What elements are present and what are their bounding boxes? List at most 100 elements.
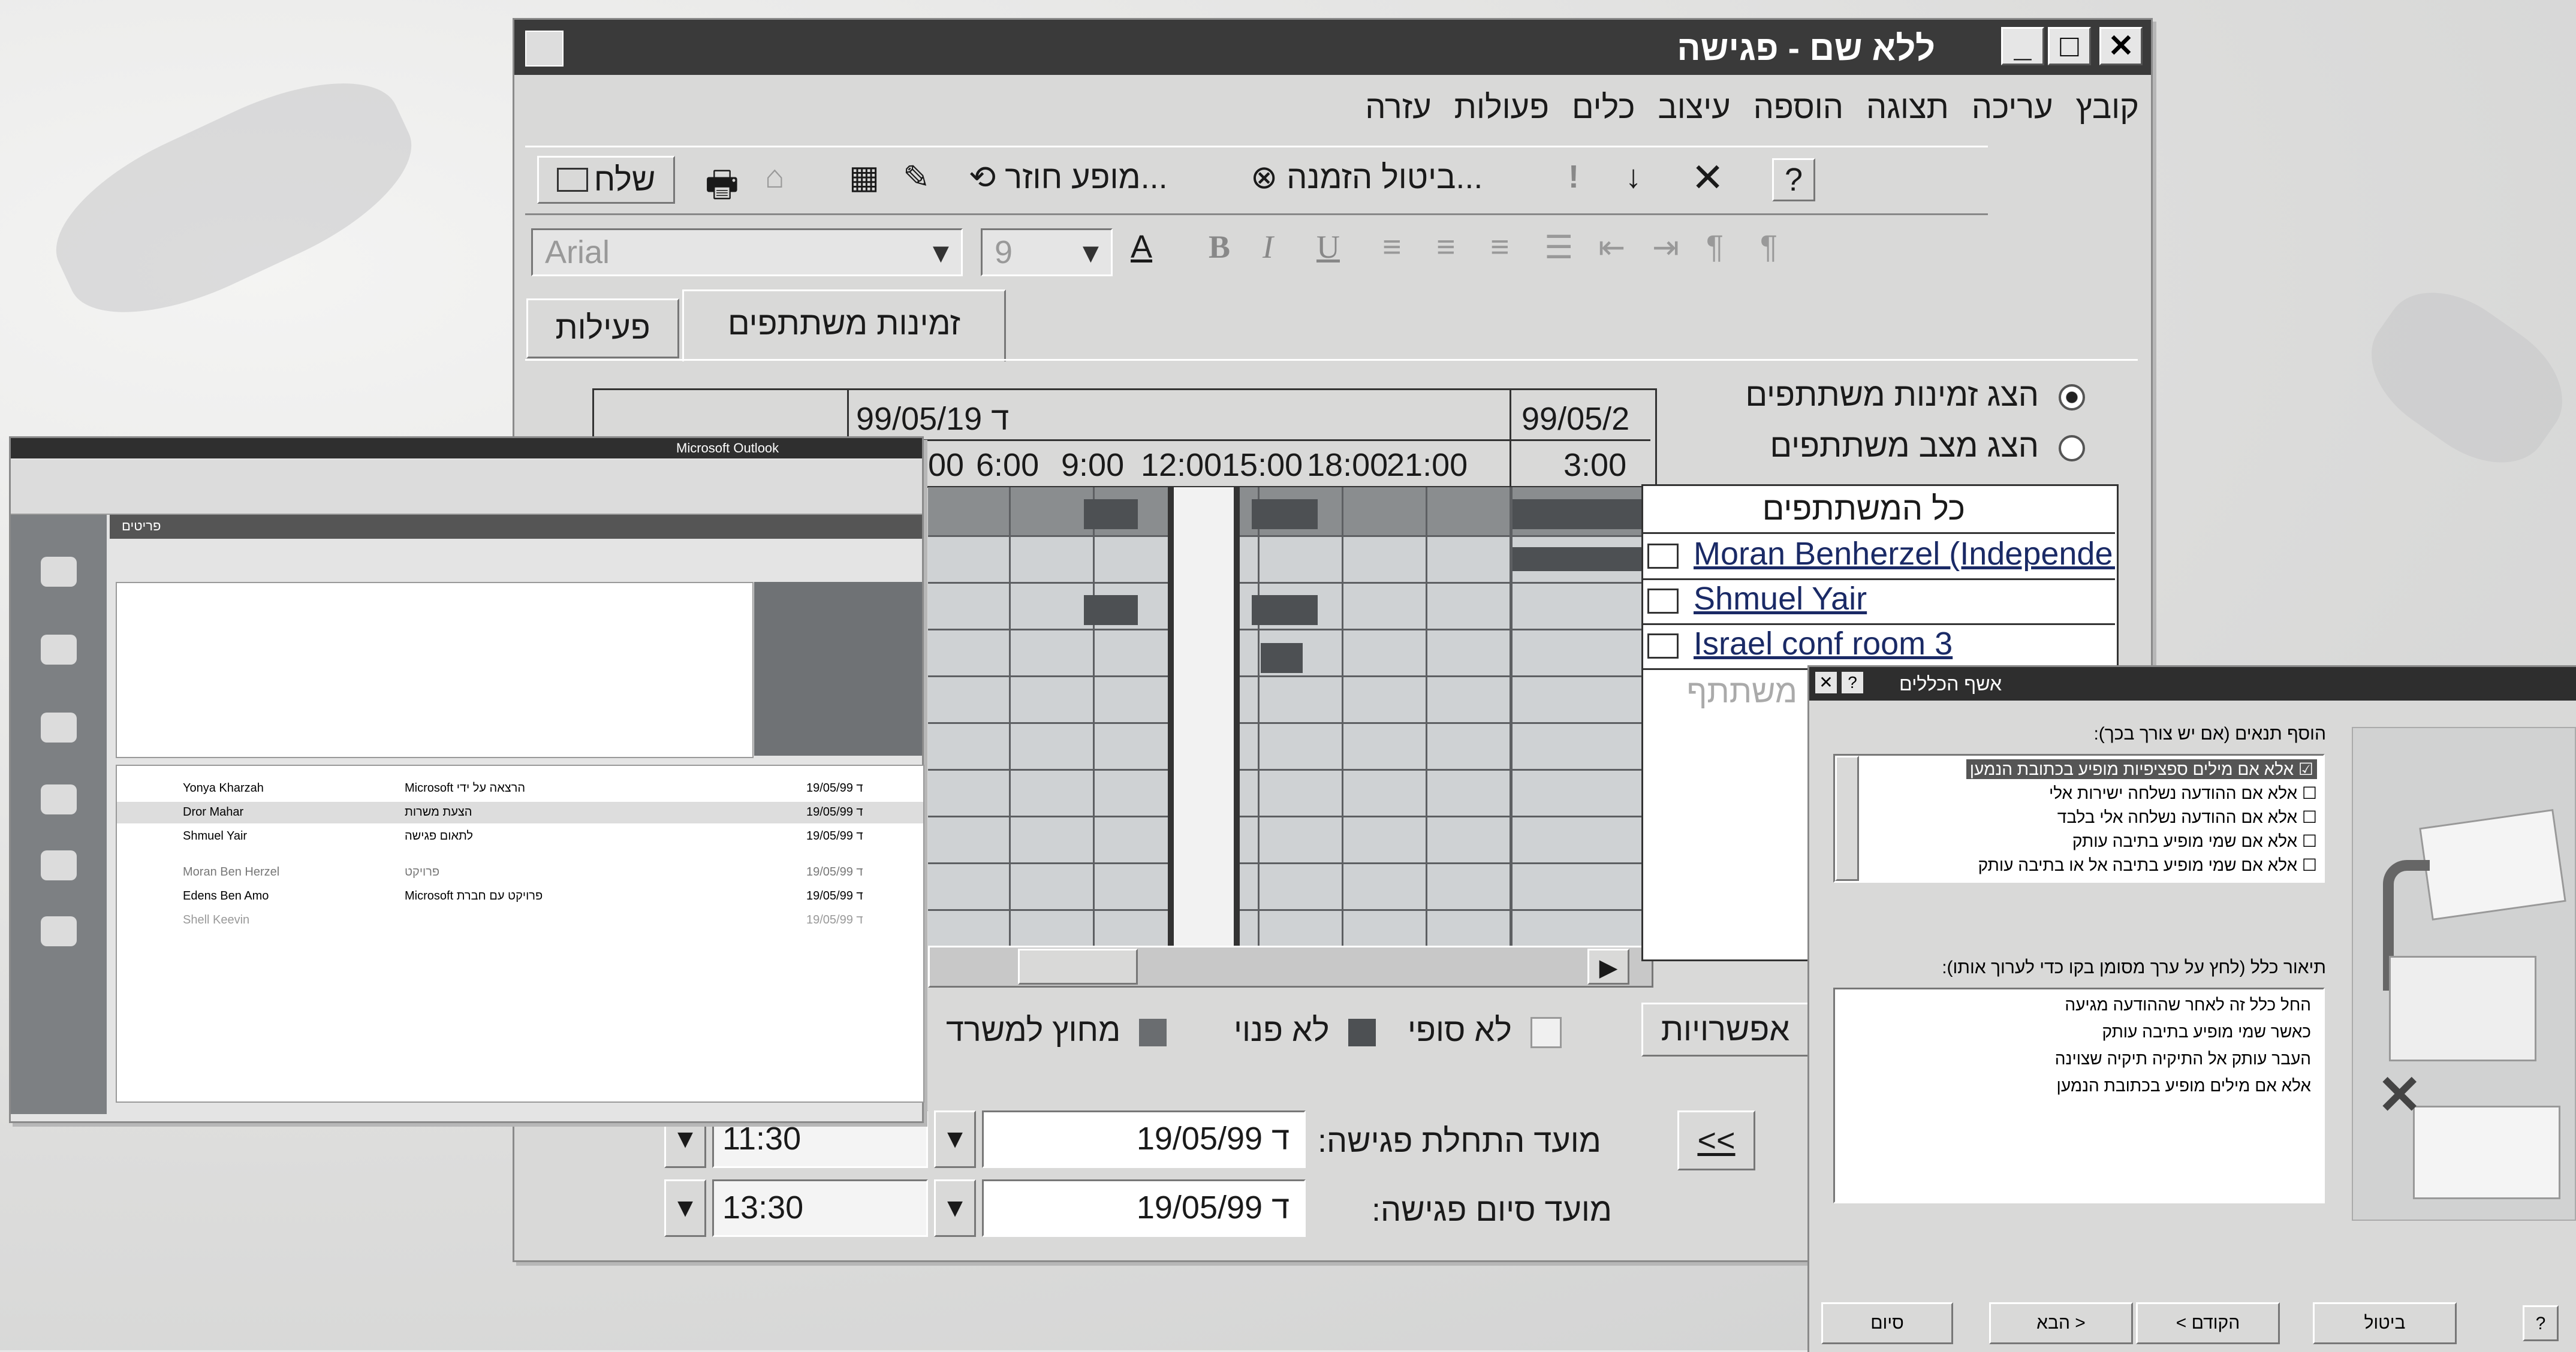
window-title: ללא שם - פגישה [1677, 29, 1935, 68]
message-row[interactable]: Shmuel Yair לתאום פגישה ד 19/05/99 [117, 826, 923, 847]
end-time-dropdown[interactable]: ▼ [664, 1179, 706, 1237]
tab-activities[interactable]: פעילות [526, 298, 679, 358]
menu-help[interactable]: עזרה [1365, 89, 1431, 137]
close-button[interactable]: ✕ [1815, 672, 1837, 693]
ltr-icon[interactable]: ¶ [1760, 228, 1777, 265]
message-date: ד 19/05/99 [806, 865, 863, 879]
condition-item[interactable]: ☐ אלא אם שמי מופיע בתיבה אל או בתיבה עות… [1978, 855, 2317, 875]
radio-show-status[interactable]: הצג מצב משתתפים [1770, 427, 2085, 464]
align-left-icon[interactable]: ≡ [1382, 228, 1402, 265]
menu-insert[interactable]: הוספה [1754, 89, 1843, 137]
list-scrollbar[interactable] [1835, 756, 1859, 881]
italic-button[interactable]: I [1263, 228, 1273, 265]
description-line[interactable]: העבר עותק אל התיקיה תיקיה שצוינה [2055, 1049, 2311, 1069]
outlook-preview-area [116, 582, 754, 758]
start-date-field[interactable]: 19/05/99 ד [982, 1110, 1306, 1168]
scheduler-date-left: 99/05/19 ד [856, 401, 1010, 437]
outlook-today-icon[interactable] [41, 557, 77, 587]
message-from: Moran Ben Herzel [183, 865, 280, 879]
app-icon [525, 31, 564, 67]
align-right-icon[interactable]: ≡ [1490, 228, 1510, 265]
font-size-select[interactable]: 9 ▾ [981, 228, 1113, 276]
menu-edit[interactable]: עריכה [1972, 89, 2053, 137]
description-line[interactable]: אלא אם מילים מופיע בכתובת הנמען [2057, 1076, 2311, 1096]
maximize-button[interactable]: □ [2048, 27, 2091, 65]
outlook-folder-title: פריטים [122, 518, 161, 533]
condition-item[interactable]: ☐ אלא אם ההודעה נשלחה ישירות אלי [2049, 783, 2317, 803]
message-from: Edens Ben Amo [183, 889, 269, 903]
importance-low-icon[interactable]: ↓ [1625, 158, 1641, 195]
scroll-right-arrow[interactable]: ▶ [1587, 949, 1629, 985]
start-date-dropdown[interactable]: ▼ [934, 1110, 976, 1168]
outlook-window: Microsoft Outlook פריטים Yonya Kharzah M… [9, 436, 924, 1123]
add-attendee-field[interactable]: משתתף [1677, 673, 1797, 716]
close-button[interactable]: ✕ [2099, 27, 2143, 65]
attachment-icon[interactable]: ⌂ [765, 158, 785, 195]
grid-line [928, 909, 1653, 911]
autopick-prev-button[interactable]: << [1677, 1110, 1755, 1170]
menu-view[interactable]: תצוגה [1866, 89, 1949, 137]
wizard-help-icon[interactable]: ? [2523, 1305, 2559, 1341]
back-button[interactable]: < הקודם [2136, 1302, 2280, 1344]
time-label: 9:00 [1061, 447, 1125, 483]
start-time-label: מועד התחלת פגישה: [1318, 1123, 1601, 1159]
importance-high-icon[interactable]: ! [1568, 158, 1579, 195]
notes-icon[interactable] [41, 916, 77, 946]
condition-item[interactable]: ☑ אלא אם מילים ספציפיות מופיע בכתובת הנמ… [1966, 759, 2317, 779]
attendee-row[interactable]: Israel conf room 3 [1641, 625, 2115, 670]
scrollbar-thumb[interactable] [1018, 949, 1138, 985]
menu-file[interactable]: קובץ [2076, 89, 2139, 137]
contacts-icon[interactable] [41, 784, 77, 814]
attendee-row[interactable]: Moran Benherzel (Independen [1641, 535, 2115, 580]
message-row[interactable]: Dror Mahar הצעת משרות ד 19/05/99 [117, 802, 923, 823]
next-button[interactable]: הבא > [1989, 1302, 2133, 1344]
underline-button[interactable]: U [1316, 228, 1340, 265]
calendar-icon[interactable] [41, 713, 77, 743]
inbox-icon[interactable] [41, 635, 77, 665]
meeting-time-selection[interactable] [1168, 487, 1240, 961]
delete-icon[interactable]: ✕ [1691, 155, 1724, 201]
menu-actions[interactable]: פעולות [1454, 89, 1549, 137]
tab-attendee-availability[interactable]: זמינות משתתפים [682, 289, 1006, 361]
radio-show-availability[interactable]: הצג זמינות משתתפים [1746, 376, 2085, 414]
finish-button[interactable]: סיום [1821, 1302, 1953, 1344]
outlook-toolbars [11, 460, 922, 515]
help-button[interactable]: ? [1772, 158, 1815, 201]
recurrence-button[interactable]: ⟲ מופע חוזר... [969, 158, 1168, 196]
options-button[interactable]: אפשרויות [1641, 1003, 1809, 1057]
cancel-button[interactable]: ביטול [2313, 1302, 2457, 1344]
message-row[interactable]: Edens Ben Amo Microsoft פרויקט עם חברת ד… [117, 886, 923, 907]
font-color-icon[interactable]: A [1131, 228, 1152, 265]
bullets-icon[interactable]: ☰ [1544, 228, 1573, 266]
condition-item[interactable]: ☐ אלא אם שמי מופיע בתיבה עותק [2072, 831, 2317, 851]
message-row[interactable]: Shell Keevin ד 19/05/99 [117, 910, 923, 931]
increase-indent-icon[interactable]: ⇥ [1652, 228, 1679, 266]
font-select[interactable]: Arial ▾ [531, 228, 963, 276]
conditions-list[interactable]: ☑ אלא אם מילים ספציפיות מופיע בכתובת הנמ… [1833, 754, 2325, 883]
message-row[interactable]: Yonya Kharzah Microsoft הרצאה על ידי ד 1… [117, 778, 923, 799]
delete-x-icon: ✕ [2377, 1066, 2423, 1125]
condition-item[interactable]: ☐ אלא אם ההודעה נשלחה אלי בלבד [2057, 807, 2317, 827]
check-names-icon[interactable]: ✎ [903, 158, 930, 196]
tentative-swatch [1530, 1016, 1562, 1048]
send-icon [556, 168, 588, 192]
decrease-indent-icon[interactable]: ⇤ [1598, 228, 1625, 266]
end-date-field[interactable]: 19/05/99 ד [982, 1179, 1306, 1237]
bold-button[interactable]: B [1209, 228, 1230, 265]
send-button[interactable]: שלח [537, 156, 675, 204]
align-center-icon[interactable]: ≡ [1436, 228, 1456, 265]
cancel-invitation-button[interactable]: ⊗ ביטול הזמנה... [1251, 158, 1483, 196]
menu-tools[interactable]: כלים [1572, 89, 1635, 137]
attendee-row[interactable]: Shmuel Yair [1641, 580, 2115, 625]
print-icon[interactable]: 🖶 [705, 158, 739, 219]
message-row[interactable]: Moran Ben Herzel פרויקט ד 19/05/99 [117, 862, 923, 883]
help-button[interactable]: ? [1842, 672, 1863, 693]
menu-format[interactable]: עיצוב [1658, 89, 1730, 137]
address-book-icon[interactable]: ▦ [849, 158, 879, 196]
tasks-icon[interactable] [41, 850, 77, 880]
end-date-dropdown[interactable]: ▼ [934, 1179, 976, 1237]
end-time-field[interactable]: 13:30 [712, 1179, 928, 1237]
minimize-button[interactable]: _ [2001, 27, 2044, 65]
rtl-icon[interactable]: ¶ [1706, 228, 1724, 265]
message-date: ד 19/05/99 [806, 805, 863, 819]
